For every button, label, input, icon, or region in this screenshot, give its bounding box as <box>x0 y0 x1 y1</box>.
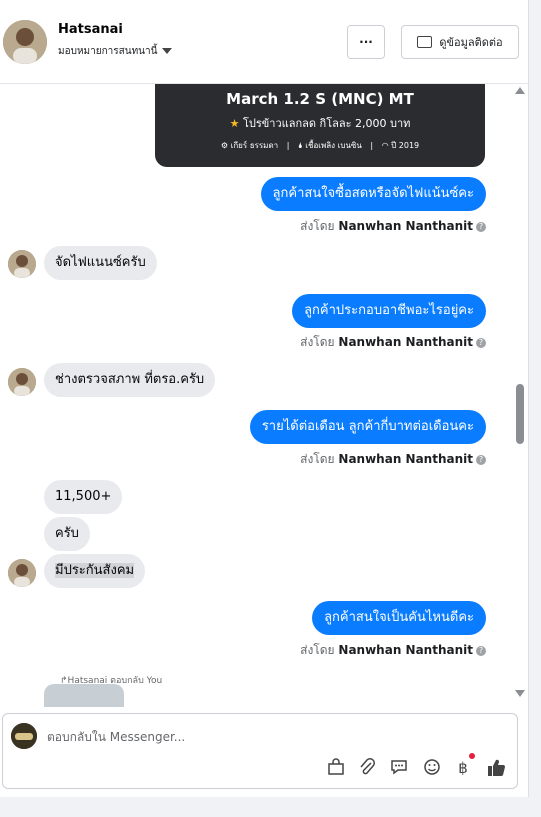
fuel-icon: 🌢 <box>297 141 303 150</box>
incoming-message[interactable]: จัดไฟแนนซ์ครับ <box>44 246 157 280</box>
incoming-message[interactable]: มีประกันสังคม <box>44 554 146 588</box>
sender-name: Nanwhan Nanthanit <box>338 452 473 466</box>
sender-name: Nanwhan Nanthanit <box>338 335 473 349</box>
sender-name: Nanwhan Nanthanit <box>338 643 473 657</box>
scroll-down-icon[interactable] <box>515 690 525 697</box>
bag-icon[interactable] <box>326 758 346 778</box>
saved-reply-icon[interactable] <box>389 758 409 778</box>
assign-conversation[interactable]: มอบหมายการสนทนานี้ <box>58 44 173 59</box>
emoji-icon[interactable] <box>422 758 442 778</box>
more-options-button[interactable]: ··· <box>347 25 385 59</box>
attach-icon[interactable] <box>357 758 377 778</box>
help-icon[interactable]: ? <box>476 645 486 656</box>
contact-avatar-small[interactable] <box>8 250 36 278</box>
contact-name[interactable]: Hatsanai <box>58 22 123 37</box>
reply-placeholder: ตอบกลับใน Messenger... <box>47 730 186 744</box>
sent-by-label: ส่งโดย Nanwhan Nanthanit? <box>300 450 486 469</box>
highlighted-text: มีประกันสังคม <box>55 563 135 578</box>
spec-year: ปี 2019 <box>391 141 420 150</box>
reply-input[interactable]: ตอบกลับใน Messenger... <box>47 728 487 746</box>
message-list[interactable]: March 1.2 S (MNC) MT ★ โปรข้าวแลกลด กิโล… <box>0 84 510 707</box>
card-specs: ⚙ เกียร์ ธรรมดา | 🌢 เชื้อเพลิง เบนซิน | … <box>220 141 420 150</box>
replied-image-thumbnail[interactable] <box>44 684 124 707</box>
card-promo-row: ★ โปรข้าวแลกลด กิโลละ 2,000 บาท <box>155 114 485 132</box>
help-icon[interactable]: ? <box>476 337 486 348</box>
contact-avatar-small[interactable] <box>8 559 36 587</box>
card-promo: โปรข้าวแลกลด กิโลละ 2,000 บาท <box>242 117 411 130</box>
contact-card-icon <box>417 36 433 48</box>
outgoing-message[interactable]: ลูกค้าสนใจเป็นคันไหนดีคะ <box>312 601 486 635</box>
gear-icon: ⚙ <box>220 141 229 150</box>
scrollbar-thumb[interactable] <box>516 384 524 444</box>
product-card[interactable]: March 1.2 S (MNC) MT ★ โปรข้าวแลกลด กิโล… <box>155 84 485 167</box>
sent-by-label: ส่งโดย Nanwhan Nanthanit? <box>300 333 486 352</box>
notification-dot <box>469 753 475 759</box>
outgoing-message[interactable]: รายได้ต่อเดือน ลูกค้ากี่บาทต่อเดือนคะ <box>249 410 486 444</box>
sent-by-prefix: ส่งโดย <box>300 335 335 349</box>
sent-by-label: ส่งโดย Nanwhan Nanthanit? <box>300 217 486 236</box>
contact-avatar[interactable] <box>3 20 47 64</box>
sent-by-prefix: ส่งโดย <box>300 643 335 657</box>
card-title: March 1.2 S (MNC) MT <box>226 90 414 108</box>
incoming-message[interactable]: ช่างตรวจสภาพ ที่ตรอ.ครับ <box>44 363 216 397</box>
conversation-header: Hatsanai มอบหมายการสนทนานี้ ··· ดูข้อมูล… <box>0 0 528 84</box>
sent-by-label: ส่งโดย Nanwhan Nanthanit? <box>300 641 486 660</box>
sender-name: Nanwhan Nanthanit <box>338 219 473 233</box>
calendar-icon: ◠ <box>381 141 389 150</box>
assign-label: มอบหมายการสนทนานี้ <box>58 46 158 57</box>
sent-by-prefix: ส่งโดย <box>300 219 335 233</box>
contact-avatar-small[interactable] <box>8 368 36 396</box>
spec-transmission: เกียร์ ธรรมดา <box>230 141 279 150</box>
view-contact-button[interactable]: ดูข้อมูลติดต่อ <box>401 25 519 59</box>
thumbs-up-icon[interactable] <box>486 758 506 778</box>
spec-fuel: เชื้อเพลิง เบนซิน <box>305 141 362 150</box>
outgoing-message[interactable]: ลูกค้าประกอบอาชีพอะไรอยู่คะ <box>292 294 486 328</box>
help-icon[interactable]: ? <box>476 454 486 465</box>
outgoing-message[interactable]: ลูกค้าสนใจซื้อสดหรือจัดไฟแน้นซ์คะ <box>260 177 486 211</box>
help-icon[interactable]: ? <box>476 221 486 232</box>
view-contact-label: ดูข้อมูลติดต่อ <box>439 36 503 49</box>
sent-by-prefix: ส่งโดย <box>300 452 335 466</box>
incoming-message[interactable]: 11,500+ <box>44 480 123 514</box>
conversation-panel: Hatsanai มอบหมายการสนทนานี้ ··· ดูข้อมูล… <box>0 0 529 797</box>
reply-composer[interactable]: ตอบกลับใน Messenger... ฿ <box>2 713 518 789</box>
chevron-down-icon <box>162 48 173 54</box>
more-icon: ··· <box>359 35 373 49</box>
baht-icon[interactable]: ฿ <box>453 753 475 778</box>
star-icon: ★ <box>229 117 240 130</box>
scroll-up-icon[interactable] <box>515 87 525 94</box>
incoming-message[interactable]: ครับ <box>44 517 90 551</box>
page-avatar <box>11 723 37 749</box>
message-scrollbar[interactable] <box>513 84 527 707</box>
